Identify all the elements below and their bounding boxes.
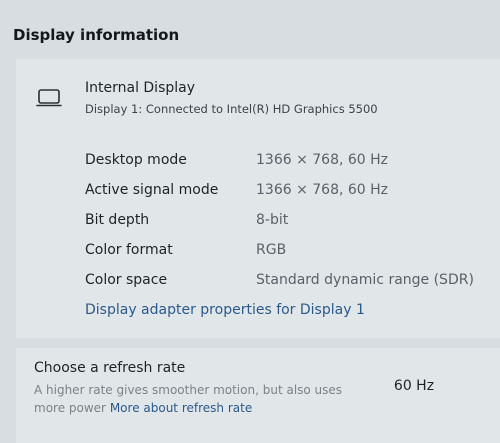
display-info-card xyxy=(16,59,500,338)
color-format-value: RGB xyxy=(256,242,287,258)
color-space-label: Color space xyxy=(85,272,168,288)
display-name: Internal Display xyxy=(85,80,196,96)
active-signal-mode-value: 1366 × 768, 60 Hz xyxy=(256,182,389,198)
color-space-value: Standard dynamic range (SDR) xyxy=(256,272,474,288)
bit-depth-label: Bit depth xyxy=(85,212,150,228)
color-format-label: Color format xyxy=(85,242,173,258)
refresh-rate-title: Choose a refresh rate xyxy=(34,360,186,376)
laptop-monitor-icon xyxy=(36,89,62,107)
refresh-rate-select[interactable]: 60 Hz xyxy=(376,372,452,400)
desktop-mode-value: 1366 × 768, 60 Hz xyxy=(256,152,389,168)
more-about-refresh-rate-link[interactable]: More about refresh rate xyxy=(110,401,252,415)
display-subtitle: Display 1: Connected to Intel(R) HD Grap… xyxy=(85,102,378,116)
active-signal-mode-label: Active signal mode xyxy=(85,182,219,198)
bit-depth-value: 8-bit xyxy=(256,212,289,228)
section-title: Display information xyxy=(13,26,180,44)
desktop-mode-label: Desktop mode xyxy=(85,152,187,168)
refresh-rate-description: A higher rate gives smoother motion, but… xyxy=(34,381,354,417)
display-adapter-properties-link[interactable]: Display adapter properties for Display 1 xyxy=(85,302,365,318)
